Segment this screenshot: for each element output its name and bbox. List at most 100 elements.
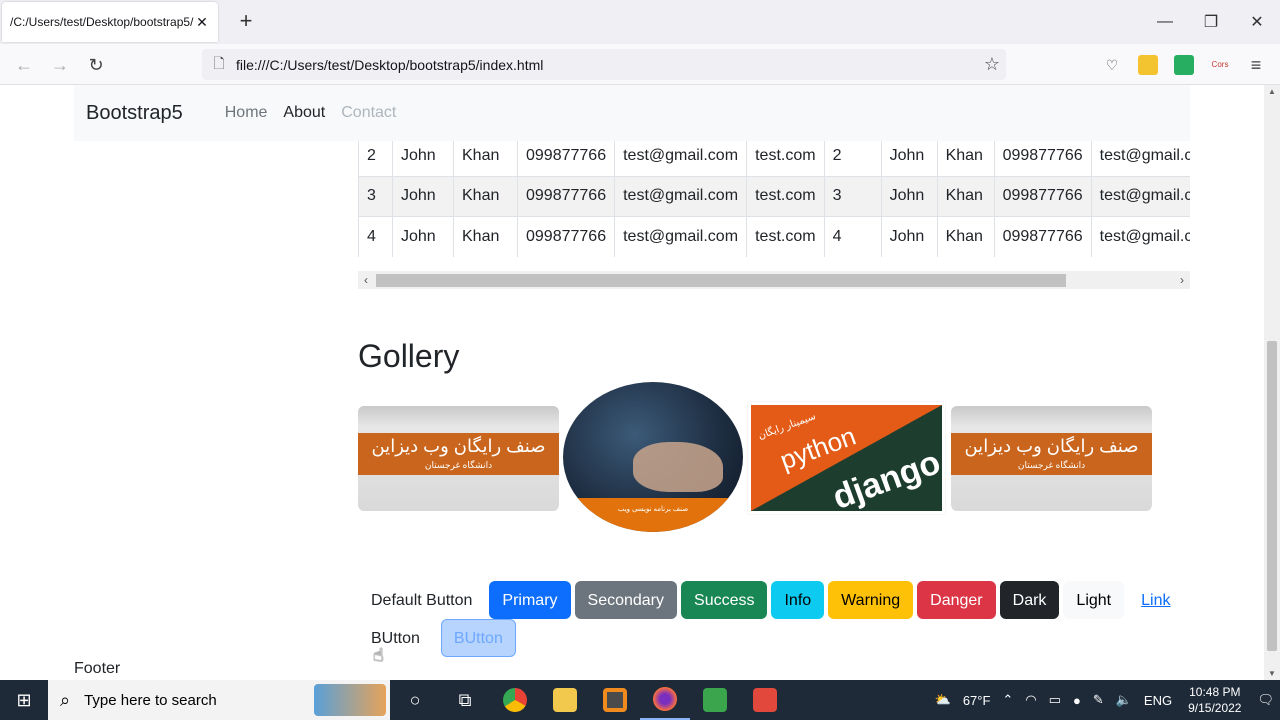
pen-icon[interactable]: ✎ [1093, 692, 1104, 708]
file-explorer-icon[interactable] [540, 680, 590, 720]
firefox-icon[interactable] [640, 680, 690, 720]
network-icon[interactable]: ◠ [1025, 692, 1036, 708]
link-button[interactable]: Link [1128, 581, 1183, 619]
table-horizontal-scrollbar[interactable]: ‹ › [358, 271, 1190, 289]
gallery-image-1-subtitle: دانشگاه غرجستان [424, 460, 493, 470]
table-cell: 2 [358, 135, 393, 177]
table-cell: John [880, 216, 938, 257]
reload-icon[interactable]: ↻ [84, 53, 108, 77]
danger-button[interactable]: Danger [917, 581, 996, 619]
table-cell: John [880, 175, 938, 217]
table-cell: 099877766 [516, 135, 616, 177]
table-cell: 099877766 [516, 175, 616, 217]
warning-button[interactable]: Warning [828, 581, 914, 619]
dark-button[interactable]: Dark [999, 581, 1060, 619]
table-cell: Khan [936, 135, 995, 177]
tab-bar: /C:/Users/test/Desktop/bootstrap5/ ✕ + —… [0, 0, 1280, 44]
table-cell: John [880, 135, 938, 177]
clock-date: 9/15/2022 [1188, 701, 1242, 715]
scroll-left-icon[interactable]: ‹ [358, 271, 374, 289]
menu-icon[interactable]: ≡ [1246, 55, 1266, 75]
success-button[interactable]: Success [681, 581, 768, 619]
close-window-button[interactable]: ✕ [1234, 0, 1280, 44]
restore-button[interactable]: ❐ [1188, 0, 1234, 44]
table-cell: 099877766 [993, 216, 1092, 257]
nav-link-about[interactable]: About [283, 104, 325, 122]
new-tab-button[interactable]: + [234, 10, 258, 34]
table-cell: test@gmail.com [614, 135, 748, 177]
table-cell: 4 [823, 216, 882, 257]
windows-start-icon[interactable]: ⊞ [0, 680, 48, 720]
light-blue-button[interactable]: BUtton [440, 619, 516, 657]
gallery-image-web-design-2: صنف رایگان وب دیزاین دانشگاه غرجستان [951, 406, 1152, 511]
temperature[interactable]: 67°F [963, 693, 991, 708]
chrome-icon[interactable] [490, 680, 540, 720]
page-viewport: 2 John Khan 099877766 test@gmail.com test.com… [0, 85, 1264, 680]
secondary-button[interactable]: Secondary [574, 581, 678, 619]
gallery-image-web-design: صنف رایگان وب دیزاین دانشگاه غرجستان [358, 406, 559, 511]
scroll-down-icon[interactable]: ▼ [1264, 669, 1280, 678]
nav-link-home[interactable]: Home [225, 104, 268, 122]
nav-link-contact[interactable]: Contact [341, 104, 396, 122]
extension-c-icon[interactable] [1138, 55, 1158, 75]
table-cell: 4 [358, 216, 393, 257]
taskbar-clock[interactable]: 10:48 PM 9/15/2022 [1188, 684, 1241, 716]
notifications-icon[interactable]: 🗨 [1257, 692, 1274, 708]
tray-chevron-icon[interactable]: ⌃ [1002, 692, 1013, 708]
table-cell: 3 [358, 175, 393, 217]
data-table: 2 John Khan 099877766 test@gmail.com test.com… [358, 135, 1190, 257]
page-icon: 🗋 [213, 54, 225, 71]
table-row: 2 John Khan 099877766 test@gmail.com test.com… [358, 135, 1190, 177]
primary-button[interactable]: Primary [489, 581, 571, 619]
plain-button[interactable]: BUtton [358, 619, 433, 657]
bookmark-star-icon[interactable]: ☆ [984, 54, 1000, 75]
cors-extension-icon[interactable]: Cors [1210, 55, 1230, 75]
table-cell: test.com [746, 175, 825, 217]
forward-icon[interactable]: → [48, 53, 72, 77]
gallery-image-2-caption: صنف برنامه نویسی ویب [563, 498, 743, 532]
cortana-icon[interactable]: ○ [390, 680, 440, 720]
browser-tab[interactable]: /C:/Users/test/Desktop/bootstrap5/ ✕ [2, 2, 218, 42]
table-cell: Khan [453, 135, 518, 177]
gallery-heading: Gollery [358, 338, 460, 374]
table-cell: John [392, 175, 454, 217]
page-vertical-scrollbar[interactable]: ▲ ▼ [1264, 85, 1280, 680]
microphone-icon[interactable]: ● [1073, 693, 1081, 708]
tab-close-icon[interactable]: ✕ [194, 14, 210, 31]
camtasia-green-icon[interactable] [690, 680, 740, 720]
table-cell: 099877766 [993, 135, 1092, 177]
scrollbar-thumb[interactable] [376, 274, 1066, 287]
language-indicator[interactable]: ENG [1144, 693, 1172, 708]
clock-time: 10:48 PM [1189, 685, 1241, 699]
taskbar-search-box[interactable]: ⌕ Type here to search [48, 680, 390, 720]
vertical-scrollbar-thumb[interactable] [1267, 341, 1277, 651]
info-button[interactable]: Info [771, 581, 825, 619]
table-cell: test@gmail.com [614, 216, 748, 257]
back-icon[interactable]: ← [12, 53, 36, 77]
extension-green-icon[interactable] [1174, 55, 1194, 75]
sublime-text-icon[interactable] [590, 680, 640, 720]
task-view-icon[interactable]: ⧉ [440, 680, 490, 720]
button-row: Default Button Primary Secondary Success… [358, 581, 1187, 619]
light-button[interactable]: Light [1063, 581, 1125, 619]
gallery-image-laptop-circle: صنف برنامه نویسی ویب [563, 382, 743, 532]
minimize-button[interactable]: — [1142, 0, 1188, 44]
navbar-brand[interactable]: Bootstrap5 [86, 102, 183, 125]
scroll-up-icon[interactable]: ▲ [1264, 87, 1280, 96]
weather-icon[interactable]: ⛅ [935, 692, 951, 708]
address-bar[interactable]: 🗋 file:///C:/Users/test/Desktop/bootstra… [202, 49, 1006, 80]
table-cell: 099877766 [516, 216, 616, 257]
table-cell: test@gmail.com [1090, 175, 1190, 217]
default-button[interactable]: Default Button [358, 581, 485, 619]
hand-cursor-icon: ☝ [373, 645, 384, 665]
battery-icon[interactable]: ▭ [1049, 692, 1061, 708]
scroll-right-icon[interactable]: › [1174, 271, 1190, 289]
pocket-icon[interactable]: ♡ [1102, 55, 1122, 75]
search-placeholder: Type here to search [84, 691, 217, 709]
volume-icon[interactable]: 🔈 [1116, 692, 1132, 708]
footer-text: Footer [74, 660, 121, 677]
table-cell: Khan [936, 175, 995, 217]
data-table-container: 2 John Khan 099877766 test@gmail.com test.com… [358, 135, 1190, 257]
table-cell: Khan [936, 216, 995, 257]
camtasia-red-icon[interactable] [740, 680, 790, 720]
